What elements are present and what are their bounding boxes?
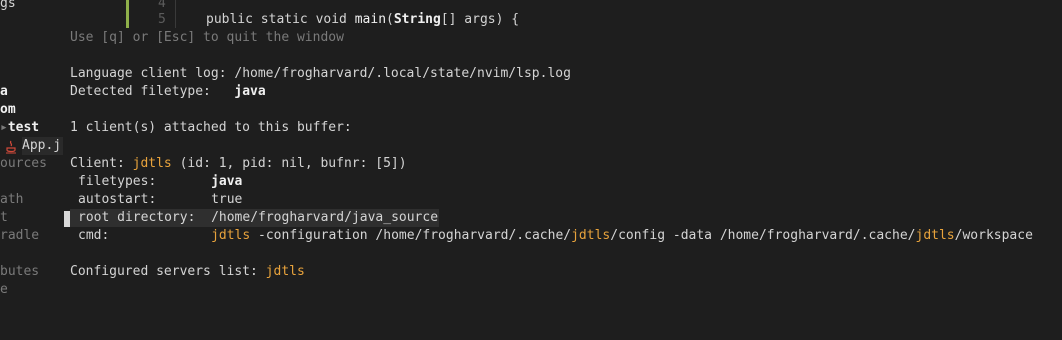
tree-item-test[interactable]: ▸test — [0, 119, 39, 137]
tree-item-gs[interactable]: gs — [0, 0, 16, 13]
server-name: jdtls — [265, 264, 305, 279]
filetype-value: java — [234, 84, 266, 99]
autostart-line: autostart: true — [78, 192, 243, 207]
line-number-5: 5 — [158, 12, 166, 27]
tree-item-sources[interactable]: ources — [0, 155, 47, 173]
gutter-separator — [175, 0, 176, 28]
tree-item-om[interactable]: om — [0, 101, 16, 119]
tree-item-a[interactable]: a — [0, 83, 8, 101]
detected-filetype-line: Detected filetype: java — [70, 84, 266, 99]
clients-attached-line: 1 client(s) attached to this buffer: — [70, 120, 352, 135]
code-line-5[interactable]: public static void main(String[] args) { — [206, 11, 519, 29]
tree-item-e[interactable]: e — [0, 281, 8, 299]
quit-hint: Use [q] or [Esc] to quit the window — [70, 30, 344, 45]
filetypes-line: filetypes: java — [78, 174, 243, 189]
cmd-line: cmd: jdtls -configuration /home/frogharv… — [78, 228, 1033, 243]
log-path: /home/frogharvard/.local/state/nvim/lsp.… — [234, 66, 571, 81]
git-sign-bar — [126, 0, 129, 28]
tree-item-attributes[interactable]: butes — [0, 263, 39, 281]
chevron-down-icon: ▸ — [0, 120, 8, 135]
tree-item-app-java[interactable]: App.j — [22, 137, 64, 155]
tree-item-gradle[interactable]: radle — [0, 227, 39, 245]
java-icon — [6, 140, 16, 154]
client-header-line: Client: jdtls (id: 1, pid: nil, bufnr: [… — [70, 156, 407, 171]
tree-item-path[interactable]: ath — [0, 191, 23, 209]
client-name: jdtls — [132, 156, 172, 171]
configured-servers-line: Configured servers list: jdtls — [70, 264, 305, 279]
client-log-line: Language client log: /home/frogharvard/.… — [70, 66, 571, 81]
root-directory-line[interactable]: root directory: /home/frogharvard/java_s… — [70, 209, 440, 227]
tree-item-t[interactable]: t — [0, 209, 8, 227]
